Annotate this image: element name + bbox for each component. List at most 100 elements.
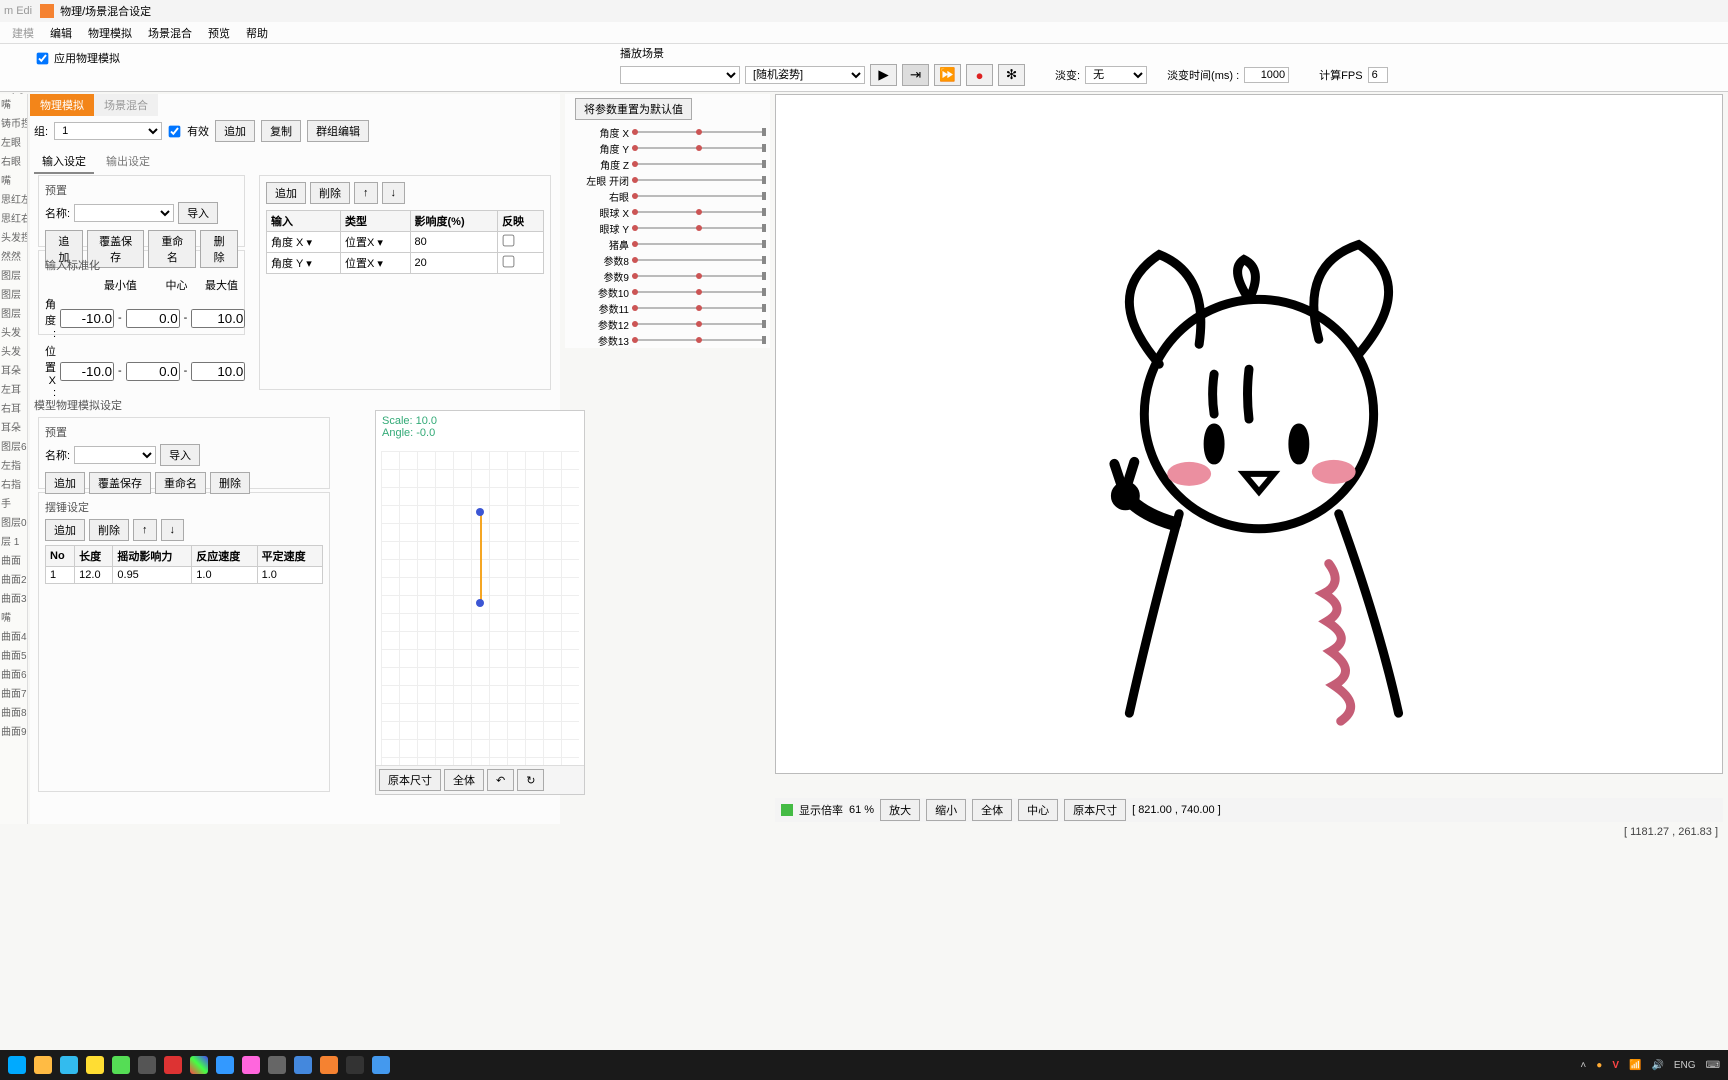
zoom-all-button[interactable]: 全体 [972, 799, 1012, 821]
param-slider[interactable] [632, 163, 766, 165]
norm-posx-min[interactable] [60, 362, 114, 381]
param-row[interactable]: 参数10 [565, 284, 770, 300]
param-slider[interactable] [632, 227, 766, 229]
zoom-out-button[interactable]: 缩小 [926, 799, 966, 821]
taskbar[interactable]: ˄ ● V 📶 🔊 ENG ⌨ [0, 1050, 1728, 1080]
zoom-in-button[interactable]: 放大 [880, 799, 920, 821]
tray-chevron-icon[interactable]: ˄ [1580, 1060, 1586, 1071]
layer-item[interactable]: 曲面7 [0, 683, 27, 702]
param-row[interactable]: 角度 X [565, 124, 770, 140]
param-row[interactable]: 左眼 开闭 [565, 172, 770, 188]
edge-icon[interactable] [60, 1056, 78, 1074]
layer-item[interactable]: 右指 [0, 474, 27, 493]
param-row[interactable]: 参数13 [565, 332, 770, 348]
group-valid-checkbox[interactable] [169, 125, 181, 137]
steam-icon[interactable] [138, 1056, 156, 1074]
norm-angle-center[interactable] [126, 309, 180, 328]
layer-item[interactable]: 然然 [0, 246, 27, 265]
layer-item[interactable]: 层 1 [0, 531, 27, 550]
model-import-button[interactable]: 导入 [160, 444, 200, 466]
param-slider[interactable] [632, 307, 766, 309]
group-add-button[interactable]: 追加 [215, 120, 255, 142]
io-tab-input[interactable]: 输入设定 [34, 150, 94, 174]
param-slider[interactable] [632, 211, 766, 213]
layer-item[interactable]: 手 [0, 493, 27, 512]
zoom-orig-button[interactable]: 原本尺寸 [1064, 799, 1126, 821]
param-row[interactable]: 角度 Y [565, 140, 770, 156]
app-icon-2[interactable] [112, 1056, 130, 1074]
norm-angle-max[interactable] [191, 309, 245, 328]
layer-item[interactable]: 图层0 [0, 512, 27, 531]
input-table[interactable]: 输入 类型 影响度(%) 反映 角度 X ▾ 位置X ▾ 80 角度 Y ▾ 位… [266, 210, 544, 274]
layer-item[interactable]: 曲面2 [0, 569, 27, 588]
apply-physics-checkbox[interactable] [37, 52, 49, 64]
play-button[interactable]: ▶ [870, 64, 897, 86]
param-row[interactable]: 参数12 [565, 316, 770, 332]
menu-help[interactable]: 帮助 [238, 23, 276, 43]
layer-item[interactable]: 铸币捏 [0, 113, 27, 132]
group-edit-button[interactable]: 群组编辑 [307, 120, 369, 142]
layer-item[interactable]: 耳朵 [0, 417, 27, 436]
layer-item[interactable]: 图层6 [0, 436, 27, 455]
menu-edit[interactable]: 编辑 [42, 23, 80, 43]
param-slider[interactable] [632, 147, 766, 149]
settings-button[interactable]: ✻ [998, 64, 1025, 86]
param-slider[interactable] [632, 131, 766, 133]
model-name-select[interactable] [74, 446, 156, 464]
param-row[interactable]: 参数8 [565, 252, 770, 268]
group-copy-button[interactable]: 复制 [261, 120, 301, 142]
param-row[interactable]: 眼球 X [565, 204, 770, 220]
layer-item[interactable]: 右眼 [0, 151, 27, 170]
pendulum-preview[interactable]: Scale: 10.0 Angle: -0.0 原本尺寸 全体 ↶ ↻ [375, 410, 585, 795]
param-row[interactable]: 右眼 [565, 188, 770, 204]
menu-physics[interactable]: 物理模拟 [80, 23, 140, 43]
pend-down-button[interactable]: ↓ [161, 519, 185, 541]
layer-item[interactable]: 曲面5 [0, 645, 27, 664]
norm-angle-min[interactable] [60, 309, 114, 328]
tray-v-icon[interactable]: V [1612, 1060, 1619, 1071]
param-row[interactable]: 角度 Z [565, 156, 770, 172]
layer-item[interactable]: 曲面4 [0, 626, 27, 645]
scene-select[interactable] [620, 66, 740, 84]
tab-sceneblend[interactable]: 场景混合 [94, 94, 158, 116]
app-icon-3[interactable] [164, 1056, 182, 1074]
intbl-add-button[interactable]: 追加 [266, 182, 306, 204]
app-icon-1[interactable] [86, 1056, 104, 1074]
pendulum-table[interactable]: No 长度 摇动影响力 反应速度 平定速度 1 12.0 0.95 1.0 1.… [45, 545, 323, 584]
layer-item[interactable]: 思红右 [0, 208, 27, 227]
group-select[interactable]: 1 [54, 122, 162, 140]
app-icon-8[interactable] [372, 1056, 390, 1074]
tray-lang[interactable]: ENG [1674, 1060, 1696, 1071]
live2d-icon[interactable] [320, 1056, 338, 1074]
param-slider[interactable] [632, 291, 766, 293]
app-icon-6[interactable] [268, 1056, 286, 1074]
intbl-up-button[interactable]: ↑ [354, 182, 378, 204]
layer-item[interactable]: 曲面 [0, 550, 27, 569]
layer-sidebar[interactable]: 嘴铸币捏左眼右眼嘴思红左思红右头发捏然然图层图层图层头发头发耳朵左耳右耳耳朵图层… [0, 94, 28, 824]
layer-item[interactable]: 曲面3 [0, 588, 27, 607]
pend-add-button[interactable]: 追加 [45, 519, 85, 541]
layer-item[interactable]: 思红左 [0, 189, 27, 208]
preset-name-select[interactable] [74, 204, 174, 222]
layer-item[interactable]: 右耳 [0, 398, 27, 417]
norm-posx-max[interactable] [191, 362, 245, 381]
param-slider[interactable] [632, 339, 766, 341]
app-icon-7[interactable] [294, 1056, 312, 1074]
pose-select[interactable]: [随机姿势] [745, 66, 865, 84]
chrome-icon[interactable] [190, 1056, 208, 1074]
tab-physics[interactable]: 物理模拟 [30, 94, 94, 116]
layer-item[interactable]: 嘴 [0, 170, 27, 189]
model-delete-button[interactable]: 删除 [210, 472, 250, 494]
layer-item[interactable]: 耳朵 [0, 360, 27, 379]
menu-build-prefix[interactable]: 建模 [4, 23, 42, 43]
param-slider[interactable] [632, 275, 766, 277]
tray-ime-icon[interactable]: ⌨ [1706, 1060, 1720, 1071]
reset-defaults-button[interactable]: 将参数重置为默认值 [575, 98, 692, 120]
fps-input[interactable] [1368, 67, 1388, 83]
param-row[interactable]: 猪鼻 [565, 236, 770, 252]
explorer-icon[interactable] [34, 1056, 52, 1074]
intbl-remove-button[interactable]: 削除 [310, 182, 350, 204]
param-row[interactable]: 参数9 [565, 268, 770, 284]
model-viewport[interactable] [775, 94, 1723, 774]
fade-select[interactable]: 无 [1085, 66, 1147, 84]
